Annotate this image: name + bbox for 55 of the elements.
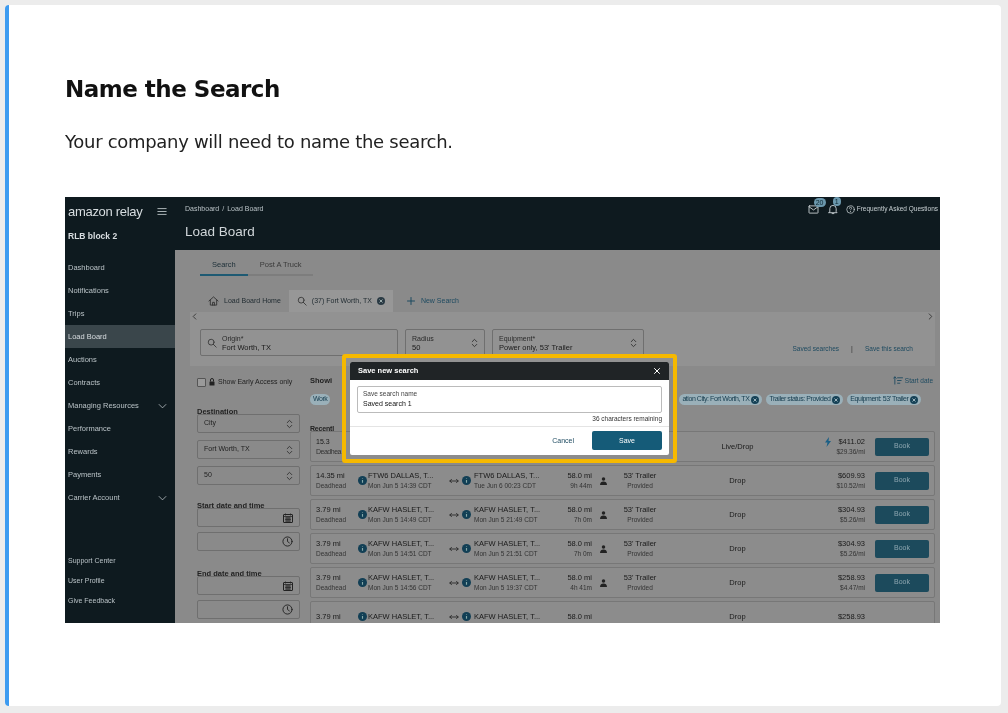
checkbox[interactable] — [197, 377, 206, 387]
swap-arrows-icon — [449, 477, 459, 484]
swap-arrows-icon — [449, 545, 459, 552]
calendar-icon — [283, 580, 293, 591]
house-icon — [208, 296, 219, 306]
date-field[interactable] — [197, 576, 300, 595]
up-down-chevron-icon — [286, 444, 293, 455]
info-icon — [462, 544, 471, 553]
remove-icon[interactable] — [832, 395, 841, 404]
up-down-chevron-icon — [286, 418, 293, 429]
remove-icon[interactable] — [910, 395, 919, 404]
help-icon — [845, 204, 855, 214]
page-title: Load Board — [185, 225, 256, 239]
account-name: RLB block 2 — [68, 229, 118, 243]
search-icon — [296, 296, 307, 306]
logo[interactable]: amazon relay — [68, 204, 143, 218]
info-icon — [462, 578, 471, 587]
info-icon — [462, 510, 471, 519]
info-icon — [358, 612, 367, 621]
date-field[interactable] — [197, 508, 300, 527]
lock-icon — [209, 378, 215, 386]
time-field[interactable] — [197, 600, 300, 619]
search-icon — [207, 337, 217, 348]
info-icon — [462, 476, 471, 485]
person-icon — [599, 578, 607, 587]
close-icon[interactable] — [376, 297, 385, 305]
person-icon — [599, 510, 607, 519]
up-down-chevron-icon — [630, 337, 637, 348]
remove-icon[interactable] — [751, 395, 760, 404]
info-icon — [358, 476, 367, 485]
info-icon — [358, 578, 367, 587]
chevron-left-icon — [192, 312, 197, 320]
up-down-chevron-icon — [471, 337, 478, 348]
time-field[interactable] — [197, 532, 300, 551]
up-down-chevron-icon — [286, 470, 293, 481]
chevron-right-icon — [928, 312, 933, 320]
swap-arrows-icon — [449, 511, 459, 518]
swap-arrows-icon — [449, 613, 459, 620]
clock-icon — [282, 536, 293, 547]
swap-arrows-icon — [449, 579, 459, 586]
mail-icon — [807, 204, 819, 214]
info-icon — [358, 544, 367, 553]
bell-icon — [827, 203, 838, 215]
description: Your company will need to name the search. — [65, 130, 454, 154]
info-icon — [358, 510, 367, 519]
heading: Name the Search — [65, 75, 281, 104]
person-icon — [599, 544, 607, 553]
plus-icon — [406, 297, 415, 305]
person-icon — [599, 476, 607, 485]
calendar-icon — [283, 512, 293, 523]
clock-icon — [282, 604, 293, 615]
close-icon — [653, 366, 661, 375]
menu-icon — [157, 206, 167, 216]
info-icon — [462, 612, 471, 621]
sort-icon — [892, 376, 903, 385]
